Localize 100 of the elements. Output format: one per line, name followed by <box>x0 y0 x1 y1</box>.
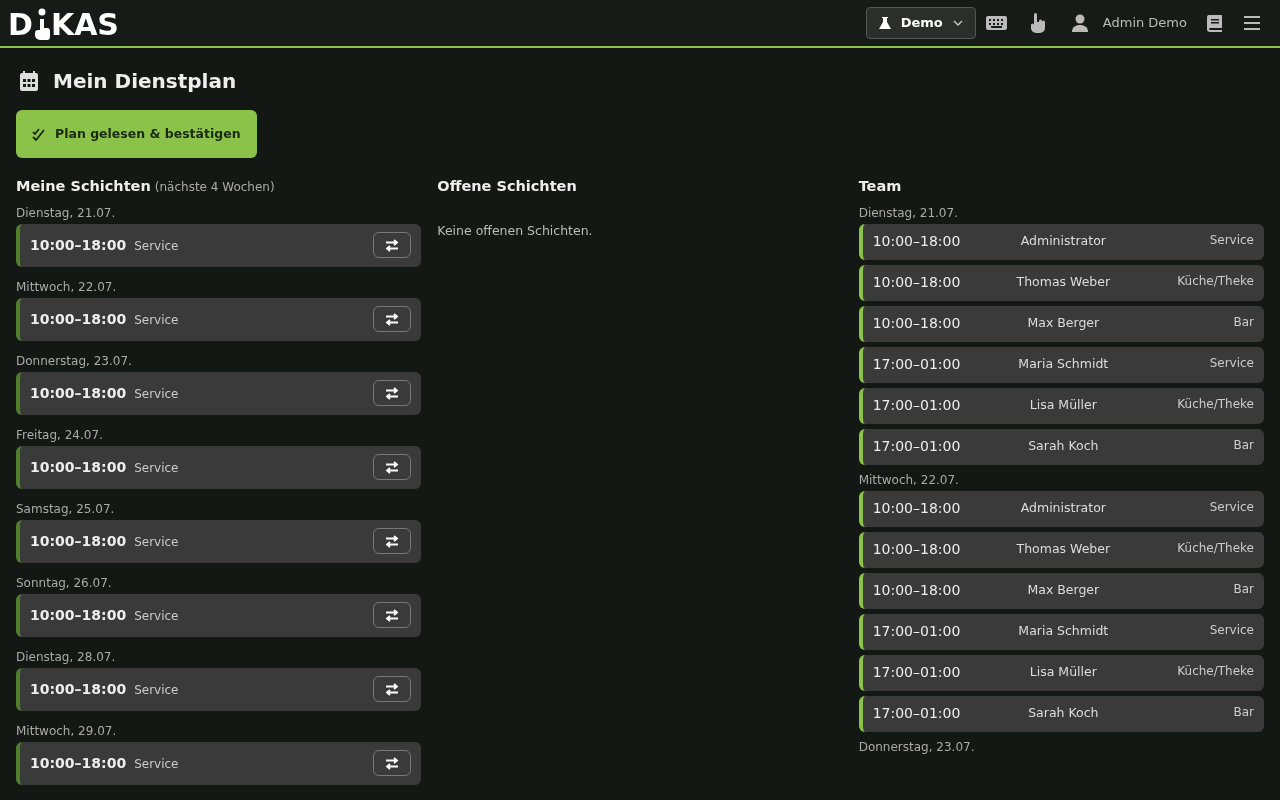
user-icon[interactable] <box>1071 14 1088 32</box>
date-label: Samstag, 25.07. <box>16 500 116 518</box>
section-title: Offene Schichten <box>437 177 578 196</box>
shift-role: Küche/Theke <box>1177 663 1254 681</box>
swap-button[interactable] <box>373 528 412 555</box>
shift-role: Bar <box>1233 314 1254 332</box>
shift-role: Service <box>134 312 179 330</box>
shift-time: 10:00–18:00 <box>872 540 961 560</box>
employee-name: Maria Schmidt <box>1018 622 1109 641</box>
finger-icon <box>33 8 50 40</box>
swap-icon <box>385 608 400 622</box>
date-label: Mittwoch, 29.07. <box>16 722 118 740</box>
swap-icon <box>385 682 400 696</box>
swap-button[interactable] <box>373 232 412 259</box>
employee-name: Lisa Müller <box>1029 663 1097 682</box>
date-label: Donnerstag, 23.07. <box>16 352 133 370</box>
shift-time: 10:00–18:00 <box>872 232 961 252</box>
shift-role: Service <box>134 386 179 404</box>
demo-dropdown[interactable]: Demo <box>865 7 976 39</box>
swap-button[interactable] <box>373 454 412 481</box>
date-label: Mittwoch, 22.07. <box>858 471 960 489</box>
shift-role: Service <box>134 682 179 700</box>
date-label: Dienstag, 28.07. <box>16 648 117 666</box>
shift-time: 10:00–18:00 <box>872 314 961 334</box>
section-title: Team <box>858 177 903 196</box>
shift-time: 17:00–01:00 <box>872 355 961 375</box>
shift-role: Service <box>134 534 179 552</box>
section-title: Meine Schichten <box>16 177 151 196</box>
employee-name: Administrator <box>1020 499 1106 518</box>
shift-role: Küche/Theke <box>1177 540 1254 558</box>
shift-role: Bar <box>1233 581 1254 599</box>
double-check-icon <box>32 127 45 141</box>
shift-time: 17:00–01:00 <box>872 396 961 416</box>
swap-button[interactable] <box>373 750 412 777</box>
employee-name: Lisa Müller <box>1029 396 1097 415</box>
shift-role: Service <box>134 608 179 626</box>
employee-name: Max Berger <box>1027 314 1100 333</box>
confirm-plan-button[interactable]: Plan gelesen & bestätigen <box>16 110 257 158</box>
shift-time: 10:00–18:00 <box>30 753 127 773</box>
chevron-down-icon <box>952 20 963 26</box>
date-label: Sonntag, 26.07. <box>16 574 113 592</box>
section-subtitle: (nächste 4 Wochen) <box>154 179 275 196</box>
shift-time: 10:00–18:00 <box>30 383 127 403</box>
logo-text: KAS <box>50 10 119 40</box>
shift-time: 10:00–18:00 <box>30 531 127 551</box>
shift-time: 10:00–18:00 <box>872 273 961 293</box>
shift-role: Service <box>1209 232 1254 250</box>
shift-role: Service <box>134 460 179 478</box>
swap-icon <box>385 460 400 474</box>
employee-name: Maria Schmidt <box>1018 355 1109 374</box>
date-label: Dienstag, 21.07. <box>858 204 959 222</box>
date-label: Donnerstag, 23.07. <box>858 738 976 756</box>
page-title: Mein Dienstplan <box>53 68 237 95</box>
logo-text: D <box>8 10 33 40</box>
date-label: Freitag, 24.07. <box>16 426 104 444</box>
date-label: Dienstag, 21.07. <box>16 204 117 222</box>
user-name[interactable]: Admin Demo <box>1102 13 1187 33</box>
menu-icon[interactable] <box>1244 16 1260 30</box>
shift-time: 10:00–18:00 <box>872 581 961 601</box>
shift-time: 10:00–18:00 <box>30 605 127 625</box>
swap-button[interactable] <box>373 602 412 629</box>
book-icon[interactable] <box>1207 14 1222 32</box>
swap-icon <box>385 756 400 770</box>
shift-time: 10:00–18:00 <box>872 499 961 519</box>
shift-time: 10:00–18:00 <box>30 457 127 477</box>
shift-role: Service <box>134 238 179 256</box>
employee-name: Sarah Koch <box>1028 704 1099 723</box>
swap-icon <box>385 534 400 548</box>
shift-time: 17:00–01:00 <box>872 622 961 642</box>
empty-message: Keine offenen Schichten. <box>437 221 594 240</box>
date-label: Mittwoch, 22.07. <box>16 278 118 296</box>
swap-button[interactable] <box>373 306 412 333</box>
swap-button[interactable] <box>373 676 412 703</box>
shift-role: Service <box>1209 355 1254 373</box>
shift-role: Küche/Theke <box>1177 273 1254 291</box>
flask-icon <box>878 16 891 30</box>
swap-icon <box>385 386 400 400</box>
shift-role: Küche/Theke <box>1177 396 1254 414</box>
keyboard-icon[interactable] <box>985 16 1007 30</box>
employee-name: Thomas Weber <box>1016 540 1111 559</box>
shift-role: Service <box>1209 622 1254 640</box>
employee-name: Sarah Koch <box>1028 437 1099 456</box>
shift-role: Service <box>1209 499 1254 517</box>
shift-time: 17:00–01:00 <box>872 437 961 457</box>
shift-time: 10:00–18:00 <box>30 309 127 329</box>
employee-name: Administrator <box>1020 232 1106 251</box>
swap-icon <box>385 312 400 326</box>
shift-time: 17:00–01:00 <box>872 663 961 683</box>
shift-role: Bar <box>1233 704 1254 722</box>
pointer-hand-icon[interactable] <box>1028 13 1045 33</box>
shift-time: 17:00–01:00 <box>872 704 961 724</box>
shift-time: 10:00–18:00 <box>30 235 127 255</box>
employee-name: Max Berger <box>1027 581 1100 600</box>
swap-icon <box>385 238 400 252</box>
shift-role: Service <box>134 756 179 774</box>
shift-time: 10:00–18:00 <box>30 679 127 699</box>
swap-button[interactable] <box>373 380 412 407</box>
shift-role: Bar <box>1233 437 1254 455</box>
calendar-icon <box>20 71 38 91</box>
employee-name: Thomas Weber <box>1016 273 1111 292</box>
